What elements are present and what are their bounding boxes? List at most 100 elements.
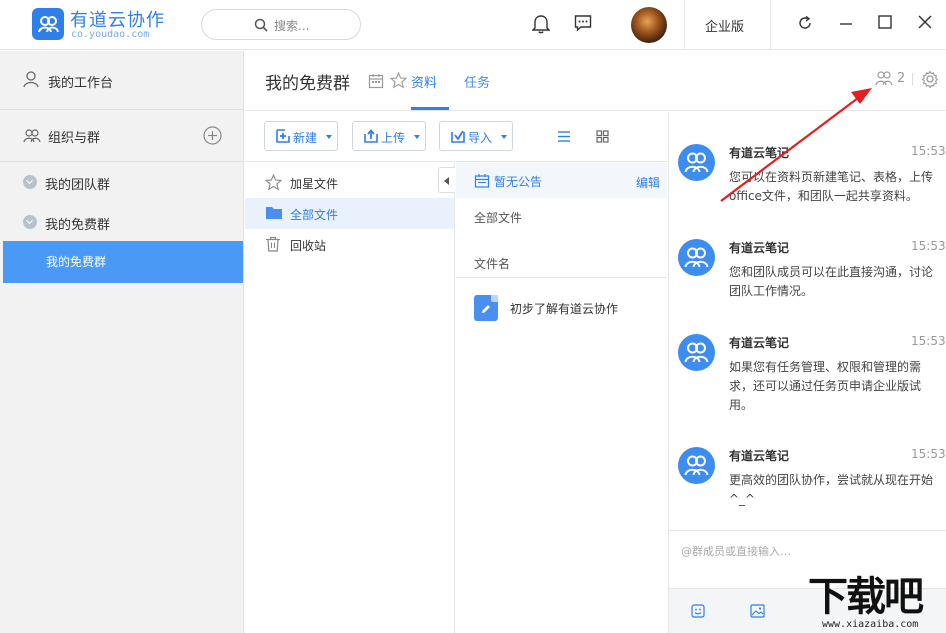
settings-gear-icon[interactable] xyxy=(921,70,939,88)
sender-name: 有道云笔记 xyxy=(729,449,790,463)
people-icon xyxy=(38,16,59,33)
chevron-down-icon xyxy=(414,135,420,139)
folder-all-files[interactable]: 全部文件 xyxy=(245,198,454,229)
edition-button[interactable]: 企业版 xyxy=(705,16,744,35)
message-text: 您和团队成员可以在此直接沟通，讨论团队工作情况。 xyxy=(729,265,934,298)
watermark-text: 下载吧 xyxy=(808,574,924,620)
collapse-icon xyxy=(23,175,37,189)
sidebar-item-label: 我的免费群 xyxy=(45,218,111,233)
sidebar-item-workspace[interactable]: 我的工作台 xyxy=(0,51,243,109)
sidebar-item-label: 我的团队群 xyxy=(45,178,111,193)
message-time: 15:53 xyxy=(911,334,946,348)
sidebar: 我的工作台 组织与群 我的团队群 我的免费群 我的免费群 xyxy=(0,51,244,633)
calendar-icon[interactable] xyxy=(368,73,384,89)
message-time: 15:53 xyxy=(911,447,946,461)
note-file-icon xyxy=(474,295,498,321)
sidebar-item-orgs[interactable]: 组织与群 xyxy=(0,110,243,161)
message-time: 15:53 xyxy=(911,144,946,158)
content-header: 我的免费群 资料 任务 2 xyxy=(245,51,946,111)
sender-avatar[interactable] xyxy=(678,239,715,276)
sidebar-item-free-group[interactable]: 我的免费群 xyxy=(0,202,243,242)
brand-url: co.youdao.com xyxy=(71,29,150,40)
edit-announcement-link[interactable]: 编辑 xyxy=(636,174,660,191)
page-title: 我的免费群 xyxy=(265,74,350,94)
search-placeholder: 搜索... xyxy=(274,19,310,33)
app-logo xyxy=(32,8,64,40)
folder-label: 回收站 xyxy=(290,239,327,253)
sender-avatar[interactable] xyxy=(678,447,715,484)
column-header-filename[interactable]: 文件名 xyxy=(474,255,510,272)
sender-name: 有道云笔记 xyxy=(729,336,790,350)
sender-name: 有道云笔记 xyxy=(729,146,790,160)
star-icon[interactable] xyxy=(390,72,407,89)
folder-panel: 加星文件 全部文件 回收站 xyxy=(245,163,455,633)
divider xyxy=(456,277,667,278)
divider xyxy=(684,0,685,50)
refresh-icon[interactable] xyxy=(797,15,813,31)
folder-icon xyxy=(266,207,282,219)
sidebar-item-label: 组织与群 xyxy=(48,131,101,146)
sidebar-item-label: 我的免费群 xyxy=(46,255,107,269)
chevron-down-icon xyxy=(326,135,332,139)
people-icon xyxy=(684,247,709,268)
folder-starred[interactable]: 加星文件 xyxy=(245,167,454,198)
chevron-down-icon xyxy=(501,135,507,139)
chat-message: 有道云笔记 15:53 更高效的团队协作，尝试就从现在开始^_^ xyxy=(669,447,946,527)
tab-underline xyxy=(411,107,449,110)
emoji-icon[interactable] xyxy=(691,604,705,618)
message-text: 如果您有任务管理、权限和管理的需求，还可以通过任务页申请企业版试用。 xyxy=(729,360,922,412)
list-view-icon[interactable] xyxy=(557,130,571,143)
chat-input-placeholder: @群成员或直接输入… xyxy=(681,545,791,558)
file-toolbar: 新建 上传 导入 xyxy=(245,112,667,162)
watermark-logo: 下载吧 www.xiazaiba.com xyxy=(806,573,946,633)
file-list: 暂无公告 编辑 全部文件 文件名 初步了解有道云协作 xyxy=(456,163,667,633)
close-icon[interactable] xyxy=(918,15,932,29)
announcement-bar: 暂无公告 编辑 xyxy=(456,163,667,198)
new-button[interactable]: 新建 xyxy=(264,121,338,151)
pen-icon xyxy=(482,305,490,313)
divider xyxy=(912,73,913,85)
grid-view-icon[interactable] xyxy=(596,130,609,143)
chat-message: 有道云笔记 15:53 您可以在资料页新建笔记、表格，上传office文件，和团… xyxy=(669,144,946,224)
folder-recycle-bin[interactable]: 回收站 xyxy=(245,229,454,260)
upload-button[interactable]: 上传 xyxy=(352,121,426,151)
sender-avatar[interactable] xyxy=(678,144,715,181)
sidebar-item-active-group[interactable]: 我的免费群 xyxy=(3,241,243,283)
message-text: 更高效的团队协作，尝试就从现在开始^_^ xyxy=(729,473,934,506)
search-input[interactable]: 搜索... xyxy=(201,9,361,40)
bell-icon[interactable] xyxy=(532,14,550,34)
sender-name: 有道云笔记 xyxy=(729,241,790,255)
watermark-url: www.xiazaiba.com xyxy=(822,619,919,630)
collapse-panel-button[interactable] xyxy=(438,167,455,193)
import-button[interactable]: 导入 xyxy=(439,121,513,151)
members-icon[interactable] xyxy=(875,70,893,86)
user-avatar[interactable] xyxy=(631,7,667,43)
tab-tasks[interactable]: 任务 xyxy=(464,72,490,91)
import-button-label: 导入 xyxy=(468,131,493,145)
announcement-icon xyxy=(474,174,490,188)
message-time: 15:53 xyxy=(911,239,946,253)
chat-panel: 有道云笔记 15:53 您可以在资料页新建笔记、表格，上传office文件，和团… xyxy=(668,112,946,633)
upload-icon xyxy=(364,129,378,143)
people-icon xyxy=(684,455,709,476)
member-count: 2 xyxy=(897,71,906,86)
minimize-icon[interactable] xyxy=(839,15,853,31)
people-icon xyxy=(684,152,709,173)
trash-icon xyxy=(266,236,280,252)
collapse-icon xyxy=(23,215,37,229)
breadcrumb[interactable]: 全部文件 xyxy=(474,209,522,226)
app-window: 有道云协作 co.youdao.com 搜索... 企业版 我的工作台 组织与群… xyxy=(0,0,946,633)
sidebar-item-team-group[interactable]: 我的团队群 xyxy=(0,162,243,202)
sender-avatar[interactable] xyxy=(678,334,715,371)
message-icon[interactable] xyxy=(574,14,592,32)
search-icon xyxy=(254,18,268,32)
image-icon[interactable] xyxy=(750,604,765,618)
maximize-icon[interactable] xyxy=(878,15,892,29)
upload-button-label: 上传 xyxy=(381,131,406,145)
announcement-text: 暂无公告 xyxy=(494,175,543,189)
title-bar: 有道云协作 co.youdao.com 搜索... 企业版 xyxy=(0,0,946,50)
add-group-icon[interactable] xyxy=(203,126,222,145)
sidebar-item-label: 我的工作台 xyxy=(48,76,114,91)
import-icon xyxy=(451,130,465,143)
tab-docs[interactable]: 资料 xyxy=(411,72,437,91)
